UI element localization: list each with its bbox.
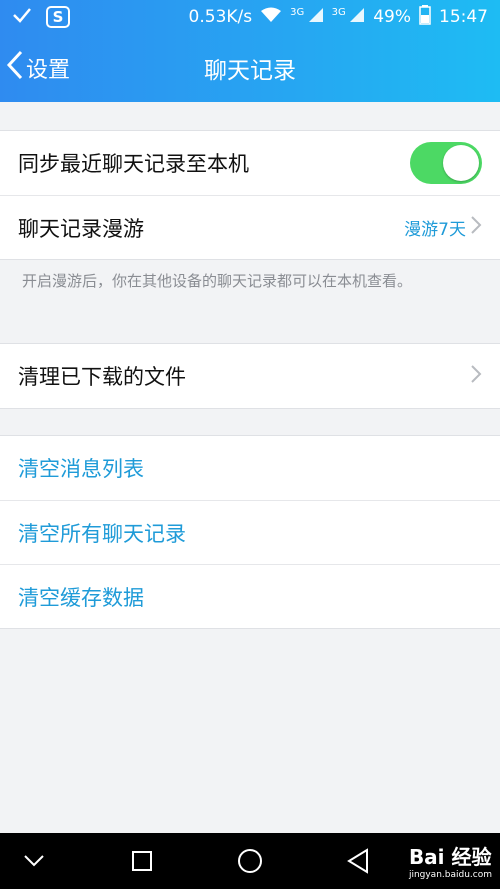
- page-title: 聊天记录: [204, 58, 296, 84]
- back-button[interactable]: 设置: [6, 34, 70, 102]
- clear-cache-row[interactable]: 清空缓存数据: [0, 564, 500, 628]
- status-bar: S 0.53K/s 3G 3G 49% 15:47: [0, 0, 500, 34]
- chevron-down-icon[interactable]: [4, 833, 64, 889]
- clear-downloads-row[interactable]: 清理已下载的文件: [0, 344, 500, 408]
- clock: 15:47: [439, 7, 488, 27]
- home-button[interactable]: [220, 833, 280, 889]
- check-icon: [12, 7, 32, 28]
- chevron-right-icon: [470, 215, 482, 240]
- recent-apps-button[interactable]: [112, 833, 172, 889]
- roaming-hint: 开启漫游后，你在其他设备的聊天记录都可以在本机查看。: [22, 272, 413, 290]
- signal-icon-2: 3G: [332, 7, 366, 28]
- clear-chats-row[interactable]: 清空所有聊天记录: [0, 500, 500, 564]
- chevron-left-icon: [6, 50, 26, 86]
- files-group: 清理已下载的文件: [0, 343, 500, 409]
- chat-roaming-label: 聊天记录漫游: [18, 216, 144, 241]
- network-speed: 0.53K/s: [188, 7, 253, 27]
- system-nav-bar: Bai 经验 jingyan.baidu.com: [0, 833, 500, 889]
- app-badge-icon: S: [46, 6, 70, 28]
- clear-group: 清空消息列表 清空所有聊天记录 清空缓存数据: [0, 435, 500, 629]
- battery-percent: 49%: [373, 7, 411, 27]
- chat-roaming-row[interactable]: 聊天记录漫游 漫游7天: [0, 195, 500, 259]
- watermark-logo: Bai 经验 jingyan.baidu.com: [408, 845, 492, 880]
- sync-recent-toggle[interactable]: [410, 142, 482, 184]
- roaming-duration-value: 漫游7天: [404, 220, 466, 240]
- sync-recent-row: 同步最近聊天记录至本机: [0, 131, 500, 195]
- battery-icon: [419, 4, 431, 30]
- sync-settings-group: 同步最近聊天记录至本机 聊天记录漫游 漫游7天: [0, 130, 500, 260]
- toggle-knob: [443, 145, 479, 181]
- clear-messages-row[interactable]: 清空消息列表: [0, 436, 500, 500]
- signal-icon-1: 3G: [290, 7, 324, 28]
- back-label: 设置: [26, 58, 71, 83]
- clear-downloads-label: 清理已下载的文件: [18, 365, 186, 389]
- sync-recent-label: 同步最近聊天记录至本机: [18, 152, 249, 176]
- nav-bar: 聊天记录 设置: [0, 34, 500, 102]
- wifi-icon: [260, 7, 282, 28]
- watermark-site: jingyan.baidu.com: [408, 870, 492, 880]
- clear-cache-button[interactable]: 清空缓存数据: [18, 582, 144, 612]
- back-nav-button[interactable]: [328, 833, 388, 889]
- clear-messages-button[interactable]: 清空消息列表: [18, 453, 144, 483]
- chevron-right-icon: [470, 364, 482, 389]
- clear-chats-button[interactable]: 清空所有聊天记录: [18, 518, 186, 548]
